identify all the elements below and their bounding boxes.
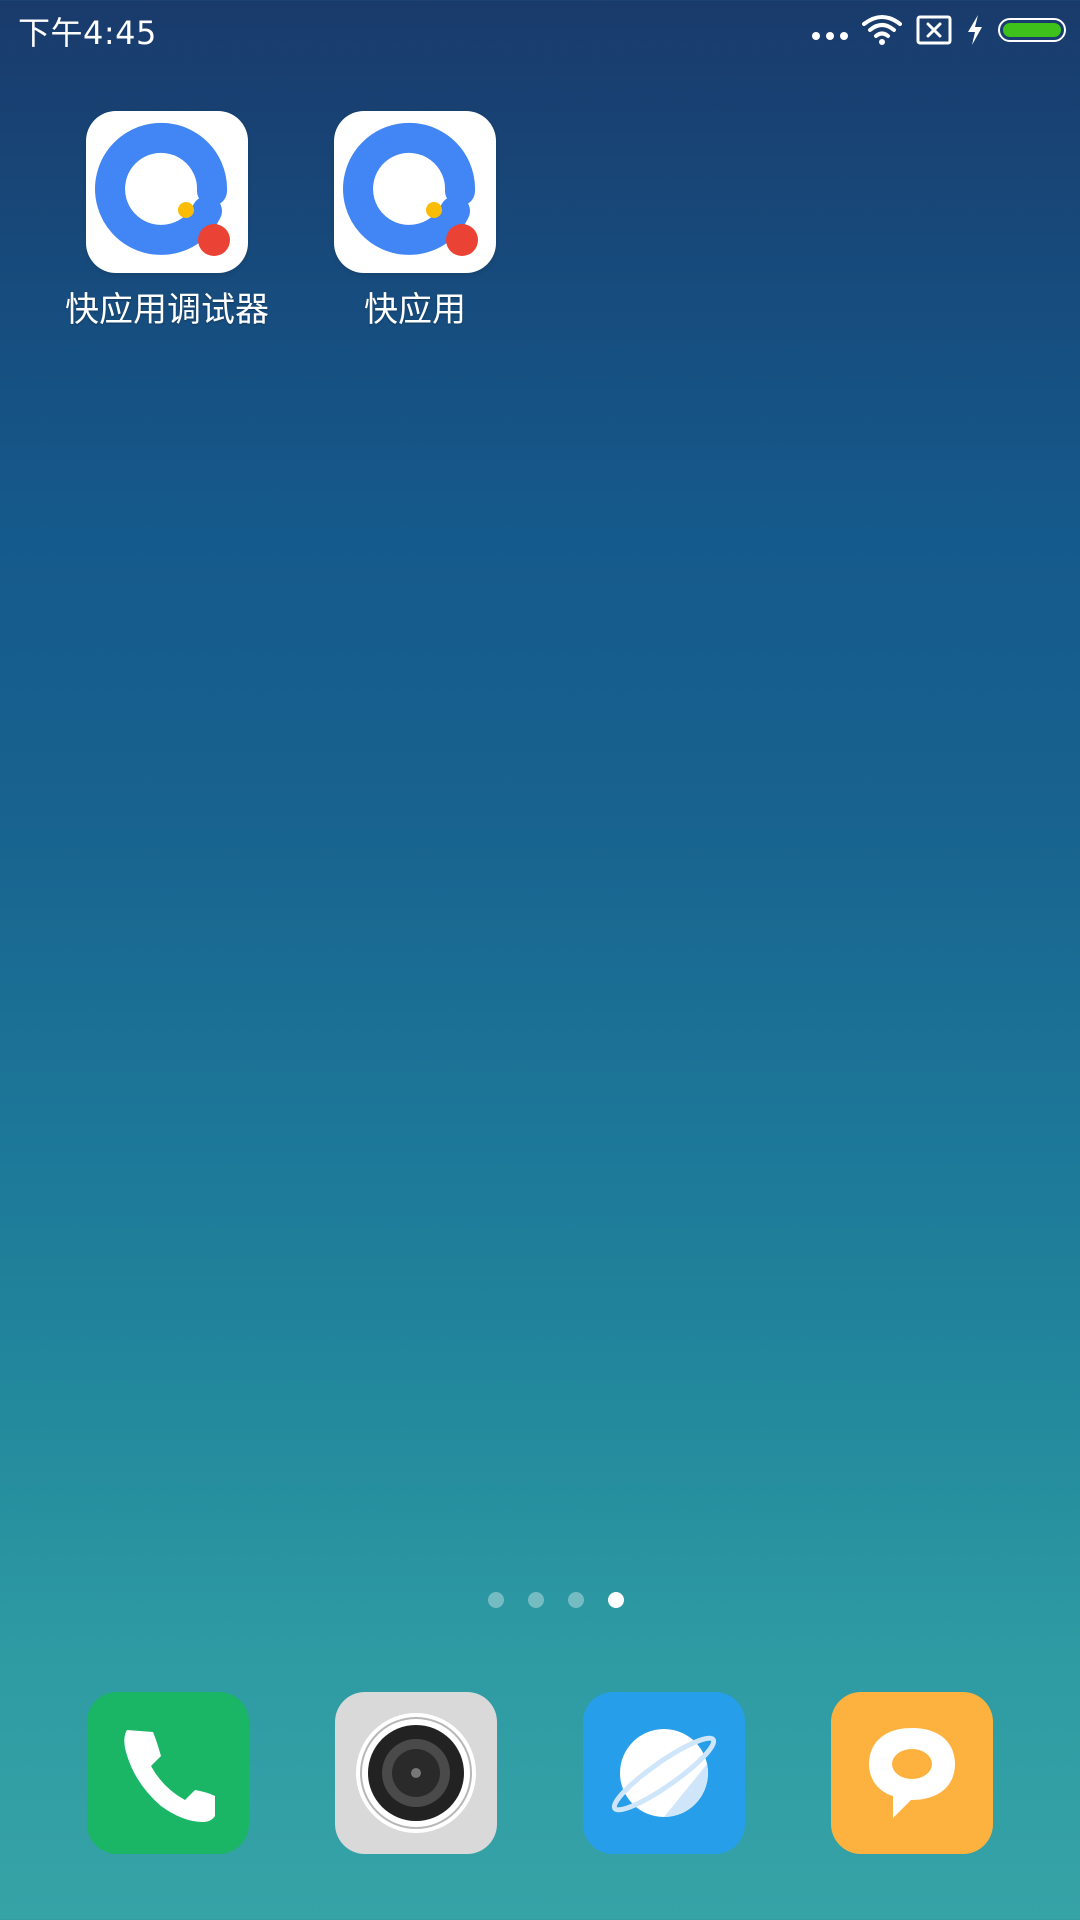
no-sim-icon: [916, 15, 952, 45]
browser-icon: [611, 1729, 717, 1817]
charging-icon: [968, 15, 982, 45]
dock-camera-button[interactable]: [335, 1692, 497, 1854]
quick-app-icon: [334, 111, 496, 273]
wifi-icon: [862, 15, 902, 45]
status-bar: 下午4:45: [0, 0, 1080, 62]
messages-icon: [869, 1728, 955, 1818]
camera-icon: [356, 1713, 476, 1833]
page-dot[interactable]: [528, 1592, 544, 1608]
app-quick-app[interactable]: 快应用: [295, 111, 535, 327]
quick-app-debugger-icon: [86, 111, 248, 273]
app-label: 快应用: [364, 290, 466, 330]
page-dot[interactable]: [488, 1592, 504, 1608]
dock-browser-button[interactable]: [583, 1692, 745, 1854]
page-indicator: [16, 1592, 1080, 1610]
app-quick-app-debugger[interactable]: 快应用调试器: [47, 111, 287, 327]
page-dot[interactable]: [568, 1592, 584, 1608]
battery-level: [1003, 23, 1061, 37]
phone-icon: [124, 1730, 215, 1822]
status-icons: [812, 12, 1066, 48]
page-dot-active[interactable]: [608, 1592, 624, 1608]
dock-messages-button[interactable]: [831, 1692, 993, 1854]
status-time: 下午4:45: [18, 14, 157, 52]
dock-phone-button[interactable]: [87, 1692, 249, 1854]
app-label: 快应用调试器: [65, 290, 269, 330]
battery-icon: [998, 18, 1066, 42]
more-dots-icon: [812, 32, 848, 40]
